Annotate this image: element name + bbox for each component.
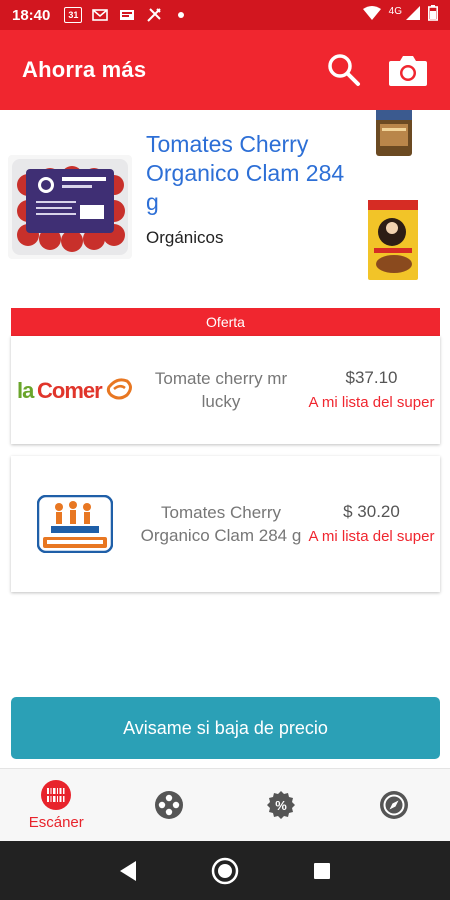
battery-icon (428, 5, 438, 25)
store-price: $ 30.20 (343, 501, 400, 521)
back-triangle-icon (120, 860, 137, 881)
app-title: Ahorra más (22, 57, 147, 82)
offer-banner: Oferta (11, 308, 440, 336)
nav-item-categories[interactable] (113, 769, 226, 841)
search-icon (328, 54, 360, 86)
chedraui-logo (11, 456, 139, 592)
back-button[interactable] (108, 851, 148, 891)
nav-item-discounts[interactable]: % (225, 769, 338, 841)
system-nav-bar (0, 841, 450, 900)
status-bar: 18:40 31 4G (0, 0, 450, 30)
home-circle-icon (211, 857, 239, 884)
recents-button[interactable] (302, 851, 342, 891)
store-product-description: Tomate cherry mr lucky (154, 369, 288, 411)
product-image (8, 155, 132, 259)
calendar-icon: 31 (64, 7, 83, 23)
related-product-thumbnail[interactable] (364, 198, 422, 282)
store-price-column: $ 30.20 A mi lista del super (303, 502, 440, 547)
product-header: Tomates Cherry Organico Clam 284 g Orgán… (0, 110, 450, 295)
store-product-description: Tomates Cherry Organico Clam 284 g (140, 503, 302, 545)
add-to-list-link[interactable]: A mi lista del super (303, 526, 440, 547)
lacomer-logo: la Comer (11, 336, 139, 444)
store-price-column: $37.10 A mi lista del super (303, 368, 440, 413)
categories-icon (154, 791, 183, 819)
store-offer-card[interactable]: Tomates Cherry Organico Clam 284 g $ 30.… (11, 456, 440, 592)
bottom-nav: Escáner % (0, 768, 450, 841)
status-right-group: 4G (362, 5, 438, 25)
network-type: 4G (388, 5, 402, 17)
svg-text:%: % (275, 798, 287, 813)
svg-text:la: la (17, 378, 35, 403)
nav-item-scanner[interactable]: Escáner (0, 769, 113, 841)
barcode-scanner-icon (41, 779, 72, 810)
add-to-list-link[interactable]: A mi lista del super (303, 392, 440, 413)
app-bar: Ahorra más (0, 30, 450, 110)
related-product-thumbnail[interactable] (372, 110, 416, 158)
recents-square-icon (313, 862, 330, 879)
svg-text:Comer: Comer (37, 378, 103, 403)
percent-badge-icon: % (267, 791, 296, 819)
camera-button[interactable] (388, 50, 428, 90)
product-title[interactable]: Tomates Cherry Organico Clam 284 g (146, 130, 346, 217)
nav-label-scanner: Escáner (28, 813, 84, 831)
product-category: Orgánicos (146, 228, 224, 247)
status-time: 18:40 (12, 6, 51, 24)
home-button[interactable] (205, 851, 245, 891)
tools-icon (145, 7, 163, 23)
store-offer-card[interactable]: la Comer Tomate cherry mr lucky $37.10 A… (11, 336, 440, 444)
camera-icon (389, 56, 427, 86)
store-price: $37.10 (345, 367, 398, 387)
notification-dot-icon (172, 7, 190, 23)
signal-icon (406, 6, 420, 24)
message-icon (118, 7, 136, 23)
mail-icon (91, 7, 109, 23)
compass-icon (379, 791, 408, 819)
app-actions (324, 50, 428, 90)
search-button[interactable] (324, 50, 364, 90)
nav-item-explore[interactable] (338, 769, 450, 841)
wifi-icon (362, 6, 381, 24)
price-alert-button[interactable]: Avisame si baja de precio (11, 697, 440, 759)
